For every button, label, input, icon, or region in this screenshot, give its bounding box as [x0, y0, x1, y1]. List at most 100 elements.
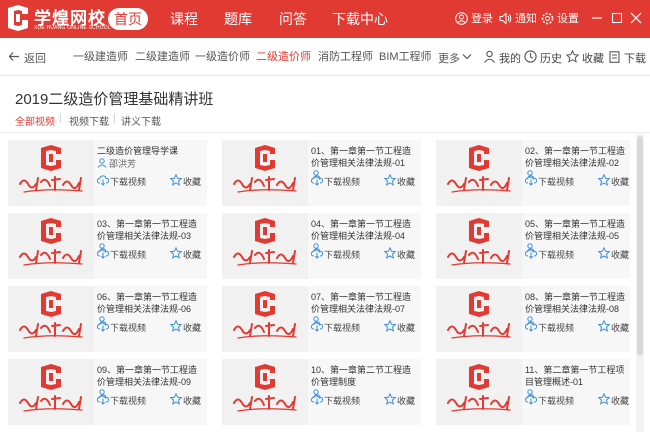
star-icon — [598, 174, 610, 186]
user-icon — [97, 158, 107, 168]
cloud-download-icon — [525, 248, 537, 259]
gear-icon — [541, 12, 554, 25]
nav-qa[interactable]: 问答 — [273, 8, 313, 30]
video-thumbnail[interactable] — [8, 359, 94, 425]
filter-handout-download[interactable]: 讲义下载 — [121, 113, 161, 128]
category-tab[interactable]: BIM工程师 — [379, 50, 432, 64]
favorite-label: 收藏 — [611, 250, 630, 260]
star-icon — [598, 393, 610, 405]
brand-logo-thumbnail-icon — [447, 364, 511, 412]
video-thumbnail[interactable] — [8, 140, 94, 206]
video-card[interactable]: 11、第二章第一节工程项目管理概述-01 下载视频 收藏 — [436, 359, 630, 425]
video-thumbnail[interactable] — [436, 213, 522, 279]
login-button[interactable]: 登录 — [455, 11, 495, 27]
video-title: 02、第一章第一节工程造价管理相关法律法规-02 — [525, 146, 626, 168]
video-thumbnail[interactable] — [222, 286, 308, 352]
download-label: 下载视频 — [538, 323, 575, 333]
favorite-label: 收藏 — [183, 177, 202, 187]
category-tab[interactable]: 一级建造师 — [73, 50, 128, 64]
star-icon — [566, 50, 579, 63]
video-card[interactable]: 08、第一章第一节工程造价管理相关法律法规-08 下载视频 收藏 — [436, 286, 630, 352]
star-icon — [384, 247, 396, 259]
video-thumbnail[interactable] — [8, 213, 94, 279]
settings-button[interactable]: 设置 — [541, 11, 581, 27]
filter-video-download[interactable]: 视频下载 — [69, 113, 109, 128]
brand-logo-thumbnail-icon — [233, 218, 297, 266]
minimize-icon[interactable] — [590, 11, 604, 25]
cloud-download-icon — [311, 175, 323, 186]
category-tab[interactable]: 二级建造师 — [135, 50, 190, 64]
category-tab[interactable]: 一级造价师 — [195, 50, 250, 64]
cloud-download-icon — [525, 321, 537, 332]
cloud-download-icon — [311, 394, 323, 405]
video-thumbnail[interactable] — [222, 213, 308, 279]
nav-download-center[interactable]: 下载中心 — [330, 8, 390, 30]
download-label: 下载视频 — [110, 323, 147, 333]
video-card[interactable]: 09、第一章第一节工程造价管理相关法律法规-09 下载视频 收藏 — [8, 359, 207, 425]
video-title: 二级造价管理导学课 — [97, 146, 179, 156]
download-label: 下载视频 — [538, 177, 575, 187]
favorite-label: 收藏 — [397, 177, 416, 187]
video-thumbnail[interactable] — [436, 359, 522, 425]
video-thumbnail[interactable] — [8, 286, 94, 352]
star-icon — [384, 174, 396, 186]
favorite-label: 收藏 — [397, 396, 416, 406]
download-label: 下载视频 — [110, 396, 147, 406]
video-card[interactable]: 二级造价管理导学课 邵洪芳 下载视频 收藏 — [8, 140, 207, 206]
favorite-label: 收藏 — [183, 250, 202, 260]
star-icon — [170, 393, 182, 405]
history-button[interactable]: 历史 — [524, 49, 562, 65]
video-card[interactable]: 03、第一章第一节工程造价管理相关法律法规-03 下载视频 收藏 — [8, 213, 207, 279]
video-card[interactable]: 07、第一章第一节工程造价管理相关法律法规-07 下载视频 收藏 — [222, 286, 421, 352]
download-label: 下载视频 — [110, 177, 147, 187]
scrollbar-thumb[interactable] — [637, 136, 643, 356]
favorite-label: 收藏 — [183, 323, 202, 333]
category-tab[interactable]: 消防工程师 — [318, 50, 373, 64]
category-tab-active[interactable]: 二级造价师 — [256, 50, 311, 64]
video-title: 06、第一章第一节工程造价管理相关法律法规-06 — [97, 292, 198, 314]
close-icon[interactable] — [629, 11, 643, 25]
video-card[interactable]: 10、第一章第二节工程造价管理制度 下载视频 收藏 — [222, 359, 421, 425]
brand-logo-thumbnail-icon — [19, 291, 83, 339]
download-label: 下载视频 — [324, 396, 361, 406]
cloud-download-icon — [97, 248, 109, 259]
video-thumbnail[interactable] — [436, 140, 522, 206]
cloud-download-icon — [97, 175, 109, 186]
more-categories-button[interactable]: 更多 — [438, 50, 472, 66]
arrow-left-icon — [8, 52, 19, 61]
cloud-download-icon — [525, 394, 537, 405]
star-icon — [384, 393, 396, 405]
video-thumbnail[interactable] — [222, 359, 308, 425]
filter-all-videos[interactable]: 全部视频 — [15, 113, 55, 128]
video-title: 07、第一章第一节工程造价管理相关法律法规-07 — [311, 292, 412, 314]
video-thumbnail[interactable] — [436, 286, 522, 352]
nav-courses[interactable]: 课程 — [164, 8, 204, 30]
content-panel: 2019二级造价管理基础精讲班 全部视频 | 视频下载 | 讲义下载 二级造价管… — [0, 76, 650, 432]
nav-question-bank[interactable]: 题库 — [218, 8, 258, 30]
star-icon — [598, 247, 610, 259]
video-card[interactable]: 02、第一章第一节工程造价管理相关法律法规-02 下载视频 收藏 — [436, 140, 630, 206]
favorite-label: 收藏 — [397, 323, 416, 333]
video-card[interactable]: 04、第一章第一节工程造价管理相关法律法规-04 下载视频 收藏 — [222, 213, 421, 279]
back-label: 返回 — [24, 53, 46, 65]
favorite-label: 收藏 — [183, 396, 202, 406]
downloads-button[interactable]: 下载 — [608, 49, 646, 65]
video-card[interactable]: 05、第一章第一节工程造价管理相关法律法规-05 下载视频 收藏 — [436, 213, 630, 279]
favorites-button[interactable]: 收藏 — [566, 49, 604, 65]
cloud-download-icon — [97, 394, 109, 405]
top-bar: 学煌网校 XUE HUANG ONLINE SCHOOL 首页 课程 题库 问答… — [0, 0, 650, 38]
scrollbar[interactable] — [636, 132, 644, 432]
maximize-icon[interactable] — [610, 11, 624, 25]
star-icon — [384, 320, 396, 332]
brand-logo-thumbnail-icon — [447, 291, 511, 339]
download-label: 下载视频 — [324, 177, 361, 187]
mine-button[interactable]: 我的 — [483, 49, 521, 65]
video-card[interactable]: 01、第一章第一节工程造价管理相关法律法规-01 下载视频 收藏 — [222, 140, 421, 206]
downloads-label: 下载 — [624, 53, 646, 65]
nav-home[interactable]: 首页 — [108, 8, 148, 30]
notice-button[interactable]: 通知 — [499, 11, 539, 27]
download-label: 下载视频 — [538, 396, 575, 406]
video-card[interactable]: 06、第一章第一节工程造价管理相关法律法规-06 下载视频 收藏 — [8, 286, 207, 352]
download-label: 下载视频 — [538, 250, 575, 260]
video-thumbnail[interactable] — [222, 140, 308, 206]
